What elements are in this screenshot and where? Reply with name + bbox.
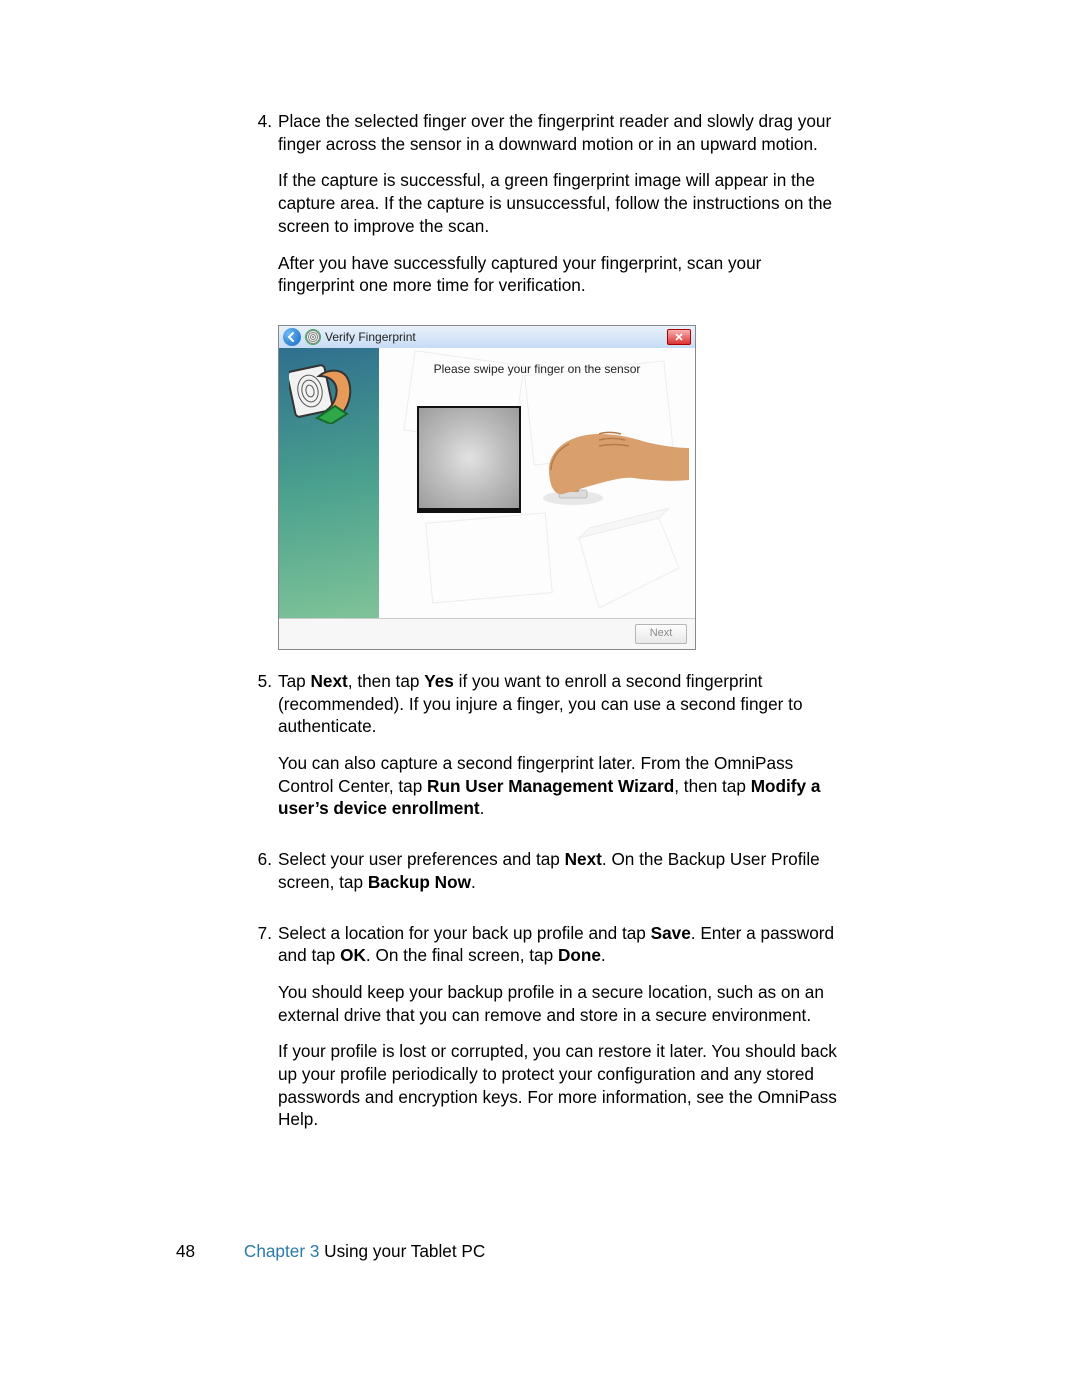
- step-6: 6. Select your user preferences and tap …: [250, 848, 838, 907]
- dialog-title: Verify Fingerprint: [325, 330, 416, 344]
- step-7-para-2: You should keep your backup profile in a…: [278, 981, 838, 1026]
- step-4-number: 4.: [250, 110, 278, 311]
- dialog-main: Please swipe your finger on the sensor: [379, 348, 695, 618]
- step-4-para-3: After you have successfully captured you…: [278, 252, 838, 297]
- step-7-number: 7.: [250, 922, 278, 1146]
- dialog-body: Please swipe your finger on the sensor: [279, 348, 695, 618]
- step-7-text: Select a location for your back up profi…: [278, 922, 838, 967]
- next-button[interactable]: Next: [635, 624, 687, 644]
- back-icon[interactable]: [283, 328, 301, 346]
- page-number: 48: [176, 1241, 195, 1261]
- page-footer: 48 Chapter 3 Using your Tablet PC: [176, 1241, 485, 1262]
- hand-icon: [529, 420, 689, 510]
- step-5-number: 5.: [250, 670, 278, 834]
- dialog-sidebar: [279, 348, 379, 618]
- verify-fingerprint-dialog: Verify Fingerprint: [278, 325, 696, 650]
- step-4: 4. Place the selected finger over the fi…: [250, 110, 838, 311]
- chapter-title: Using your Tablet PC: [319, 1241, 485, 1261]
- step-4-para-2: If the capture is successful, a green fi…: [278, 169, 838, 237]
- dialog-titlebar: Verify Fingerprint: [279, 326, 695, 348]
- step-6-number: 6.: [250, 848, 278, 907]
- step-7-para-3: If your profile is lost or corrupted, yo…: [278, 1040, 838, 1131]
- step-7: 7. Select a location for your back up pr…: [250, 922, 838, 1146]
- step-4-text: Place the selected finger over the finge…: [278, 110, 838, 155]
- capture-area: [417, 406, 521, 513]
- fingerprint-card-icon: [289, 362, 363, 424]
- chapter-label: Chapter 3: [244, 1241, 319, 1261]
- fingerprint-icon: [305, 329, 321, 345]
- step-5: 5. Tap Next, then tap Yes if you want to…: [250, 670, 838, 834]
- step-5-text: Tap Next, then tap Yes if you want to en…: [278, 670, 838, 738]
- step-5-para-2: You can also capture a second fingerprin…: [278, 752, 838, 820]
- close-button[interactable]: [667, 329, 691, 345]
- dialog-prompt: Please swipe your finger on the sensor: [379, 362, 695, 376]
- dialog-footer: Next: [279, 618, 695, 649]
- step-6-text: Select your user preferences and tap Nex…: [278, 848, 838, 893]
